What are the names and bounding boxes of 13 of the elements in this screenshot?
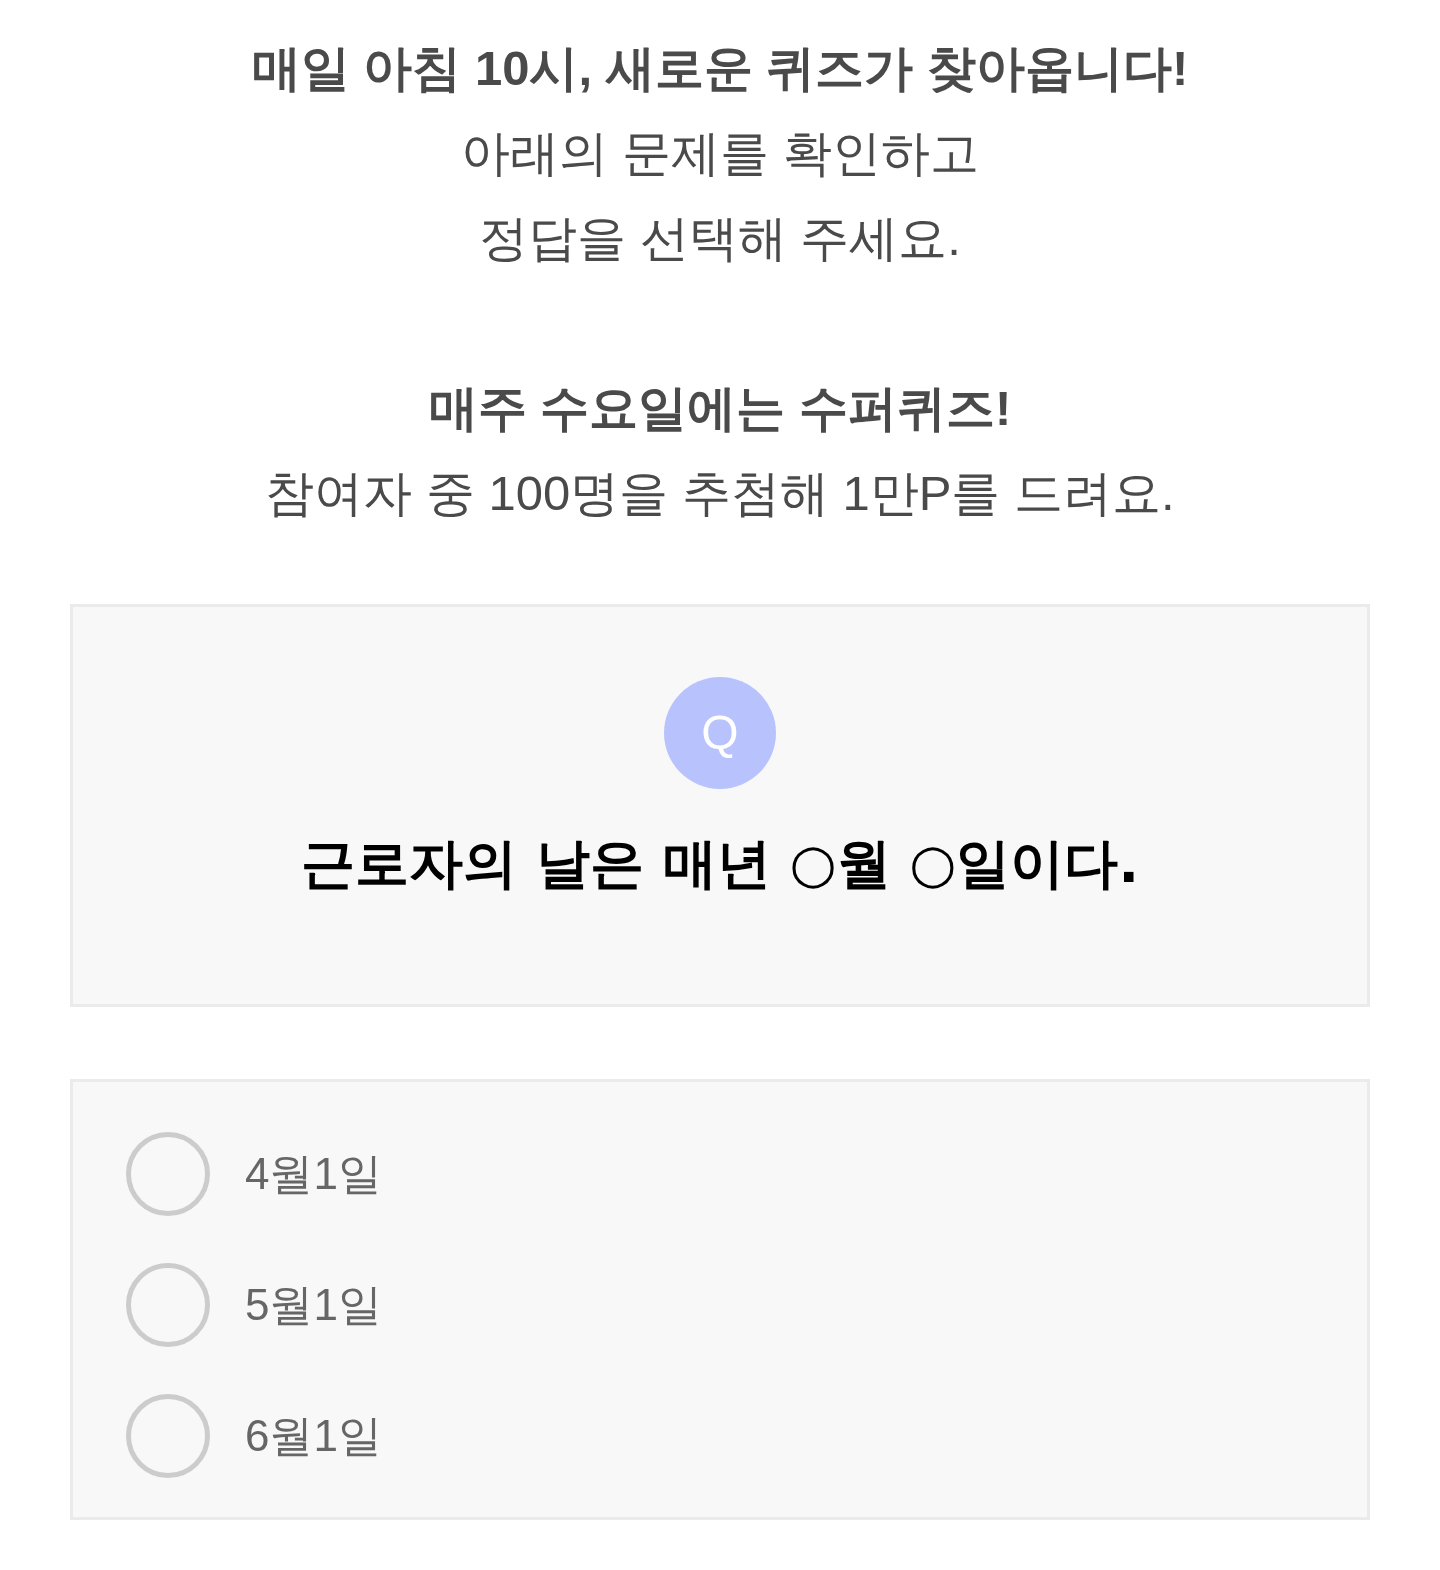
option-label[interactable]: 6월1일 — [245, 1405, 382, 1466]
radio-button[interactable] — [126, 1131, 210, 1216]
notice-text: 정답을 선택해 주세요. — [479, 210, 961, 267]
question-text: 근로자의 날은 매년 ○월 ○일이다. — [301, 831, 1139, 897]
notice-text: 참여자 중 100명을 추첨해 1만P를 드려요. — [265, 465, 1175, 522]
option-label[interactable]: 4월1일 — [245, 1143, 382, 1204]
question-badge: Q — [664, 677, 776, 789]
notice-heading: 매일 아침 10시, 새로운 퀴즈가 찾아옵니다! — [251, 40, 1189, 97]
radio-button[interactable] — [126, 1262, 210, 1347]
option-label[interactable]: 5월1일 — [245, 1274, 382, 1335]
notice-heading: 매주 수요일에는 수퍼퀴즈! — [428, 380, 1012, 437]
notice-text: 아래의 문제를 확인하고 — [461, 125, 979, 182]
radio-button[interactable] — [126, 1393, 210, 1478]
